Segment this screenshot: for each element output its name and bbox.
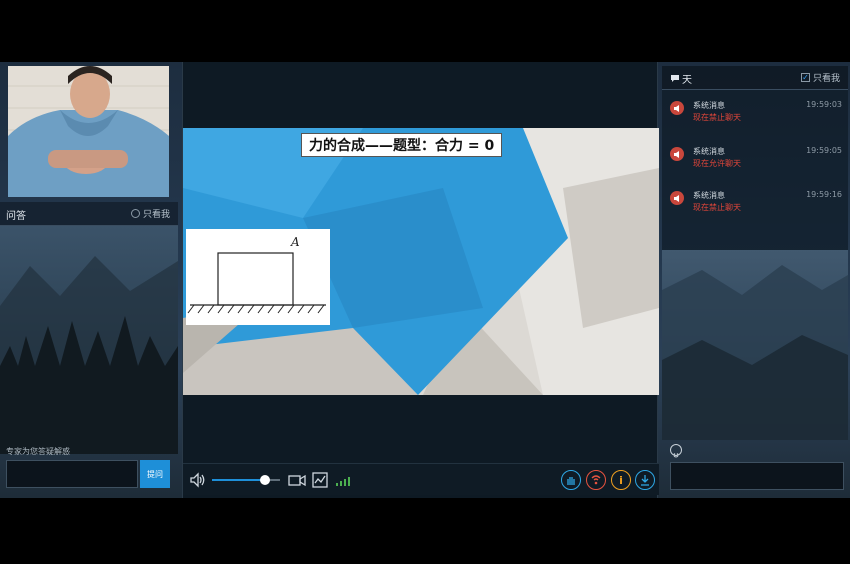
chat-input[interactable] bbox=[670, 462, 844, 490]
message-time: 19:59:05 bbox=[806, 146, 842, 155]
left-panel: 问答 只看我 专家为您答疑解惑 提问 bbox=[0, 62, 181, 498]
chat-message: 系统消息 19:59:05 现在允许聊天 bbox=[662, 142, 848, 182]
message-sender: 系统消息 bbox=[693, 191, 725, 200]
message-sender: 系统消息 bbox=[693, 101, 725, 110]
message-time: 19:59:16 bbox=[806, 190, 842, 199]
emoji-icon[interactable] bbox=[670, 444, 682, 458]
chat-message: 系统消息 19:59:16 现在禁止聊天 bbox=[662, 186, 848, 226]
teacher-webcam-video bbox=[8, 66, 169, 197]
qa-only-me-label: 只看我 bbox=[142, 210, 170, 220]
speaker-icon bbox=[670, 147, 684, 161]
question-input[interactable] bbox=[6, 460, 138, 488]
slide-title: 力的合成——题型：合力 = 0 bbox=[301, 133, 503, 157]
chat-panel: 天 ✓ 只看我 系统消息 19:59:03 现在禁止聊天 系统消息 19:59:… bbox=[662, 62, 850, 498]
camera-icon[interactable] bbox=[287, 471, 307, 493]
message-text: 现在允许聊天 bbox=[693, 159, 741, 168]
speaker-icon bbox=[670, 101, 684, 115]
info-icon[interactable]: i bbox=[611, 470, 631, 490]
chat-title-group: 天 bbox=[670, 71, 692, 86]
chat-only-me-label: 只看我 bbox=[812, 74, 840, 84]
slide-canvas: 力的合成——题型：合力 = 0 A bbox=[183, 128, 659, 395]
chat-message: 系统消息 19:59:03 现在禁止聊天 bbox=[662, 96, 848, 136]
network-icon[interactable] bbox=[586, 470, 606, 490]
message-text: 现在禁止聊天 bbox=[693, 203, 741, 212]
live-class-window: 问答 只看我 专家为您答疑解惑 提问 力的合成——题型：合力 = 0 A i 天… bbox=[0, 62, 850, 498]
presentation-panel: 力的合成——题型：合力 = 0 A i bbox=[182, 62, 659, 498]
chat-background bbox=[662, 250, 848, 440]
qa-title: 问答 bbox=[6, 211, 26, 222]
volume-slider-knob[interactable] bbox=[260, 475, 271, 485]
figure-point-label: A bbox=[291, 235, 300, 249]
qa-only-me-toggle[interactable]: 只看我 bbox=[130, 207, 170, 220]
signal-icon bbox=[335, 471, 351, 493]
qa-header: 问答 只看我 bbox=[0, 202, 178, 226]
download-icon[interactable] bbox=[635, 470, 655, 490]
player-control-bar: i bbox=[183, 463, 659, 495]
message-text: 现在禁止聊天 bbox=[693, 113, 741, 122]
physics-diagram: A bbox=[186, 229, 330, 325]
qa-message-list bbox=[0, 226, 178, 454]
chat-title: 天 bbox=[682, 75, 692, 86]
chat-bubble-icon bbox=[671, 75, 679, 82]
volume-icon[interactable] bbox=[189, 471, 207, 493]
message-time: 19:59:03 bbox=[806, 100, 842, 109]
chat-only-me-toggle[interactable]: ✓ 只看我 bbox=[800, 71, 840, 84]
screen-share-icon[interactable] bbox=[311, 471, 329, 493]
raise-hand-icon[interactable] bbox=[561, 470, 581, 490]
chat-message-list: 系统消息 19:59:03 现在禁止聊天 系统消息 19:59:05 现在允许聊… bbox=[662, 90, 848, 250]
speaker-icon bbox=[670, 191, 684, 205]
chat-header: 天 ✓ 只看我 bbox=[662, 66, 848, 90]
ask-question-button[interactable]: 提问 bbox=[140, 460, 170, 488]
message-sender: 系统消息 bbox=[693, 147, 725, 156]
checkbox-checked-icon[interactable]: ✓ bbox=[800, 73, 810, 82]
radio-icon[interactable] bbox=[130, 209, 140, 218]
qa-hint-text: 专家为您答疑解惑 bbox=[6, 447, 70, 456]
volume-slider-fill bbox=[212, 479, 266, 481]
